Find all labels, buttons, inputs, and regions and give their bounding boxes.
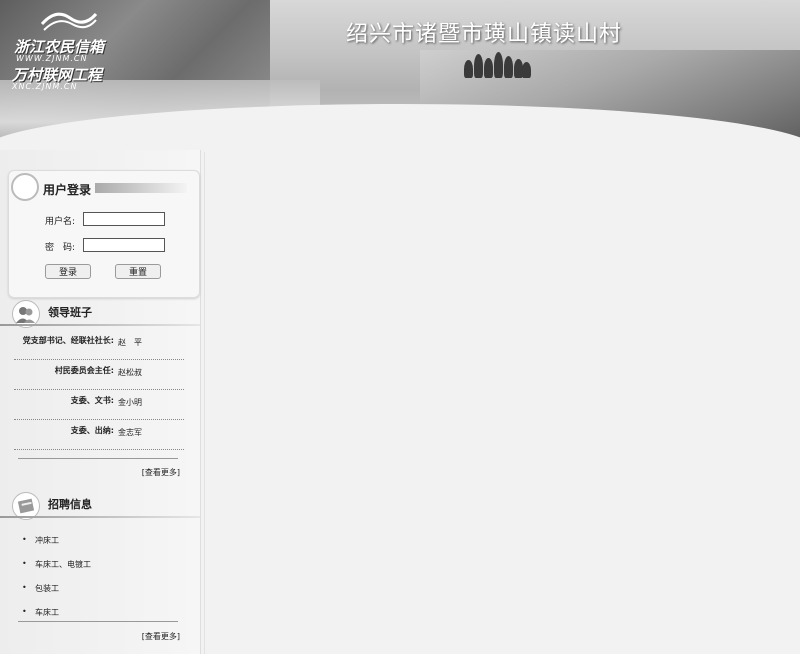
leader-role: 党支部书记、经联社社长: bbox=[22, 336, 114, 345]
leader-row: 支委、文书: 金小明 bbox=[14, 391, 184, 420]
jobs-header: 招聘信息 bbox=[0, 490, 200, 520]
leader-role: 支委、出纳: bbox=[70, 426, 114, 435]
leader-row: 村民委员会主任: 赵松叔 bbox=[14, 361, 184, 390]
sidebar: 用户登录 用户名: 密 码: 登录 重置 领导班子 党支部书记、经联社社长: 赵… bbox=[0, 150, 201, 654]
username-input[interactable] bbox=[83, 212, 165, 226]
leader-name: 赵松叔 bbox=[118, 368, 142, 377]
login-icon bbox=[11, 173, 39, 201]
login-button[interactable]: 登录 bbox=[45, 264, 91, 279]
main-content bbox=[204, 152, 800, 654]
logo-url-2: XNC.ZJNM.CN bbox=[12, 82, 78, 91]
leader-row: 党支部书记、经联社社长: 赵 平 bbox=[14, 331, 184, 360]
leader-name: 赵 平 bbox=[118, 338, 142, 347]
reset-button[interactable]: 重置 bbox=[115, 264, 161, 279]
leadership-title: 领导班子 bbox=[48, 306, 92, 319]
header-banner: 浙江农民信箱 WWW.ZJNM.CN 万村联网工程 XNC.ZJNM.CN 绍兴… bbox=[0, 0, 800, 150]
divider bbox=[18, 621, 178, 622]
username-label: 用户名: bbox=[44, 217, 75, 227]
leader-role: 村民委员会主任: bbox=[54, 366, 114, 375]
leader-name: 金小明 bbox=[118, 398, 142, 407]
leadership-more-link[interactable]: [查看更多] bbox=[142, 467, 180, 478]
logo-url-1: WWW.ZJNM.CN bbox=[16, 54, 88, 63]
leader-row: 支委、出纳: 金志军 bbox=[14, 421, 184, 450]
job-item[interactable]: 冲床工 bbox=[22, 535, 59, 546]
login-title-bar bbox=[95, 183, 187, 193]
job-item[interactable]: 车床工、电镀工 bbox=[22, 559, 91, 570]
leadership-header: 领导班子 bbox=[0, 298, 200, 328]
jobs-more-link[interactable]: [查看更多] bbox=[142, 631, 180, 642]
logo-wave-icon bbox=[40, 12, 98, 31]
job-item[interactable]: 包装工 bbox=[22, 583, 59, 594]
leader-role: 支委、文书: bbox=[70, 396, 114, 405]
login-title: 用户登录 bbox=[43, 183, 92, 197]
login-panel: 用户登录 用户名: 密 码: 登录 重置 bbox=[8, 170, 200, 298]
divider bbox=[18, 458, 178, 459]
page-title: 绍兴市诸暨市璜山镇读山村 bbox=[346, 22, 623, 47]
password-input[interactable] bbox=[83, 238, 165, 252]
job-item[interactable]: 车床工 bbox=[22, 607, 59, 618]
password-label: 密 码: bbox=[44, 243, 75, 253]
jobs-title: 招聘信息 bbox=[48, 498, 92, 511]
banner-grove-image bbox=[462, 52, 532, 78]
leader-name: 金志军 bbox=[118, 428, 142, 437]
